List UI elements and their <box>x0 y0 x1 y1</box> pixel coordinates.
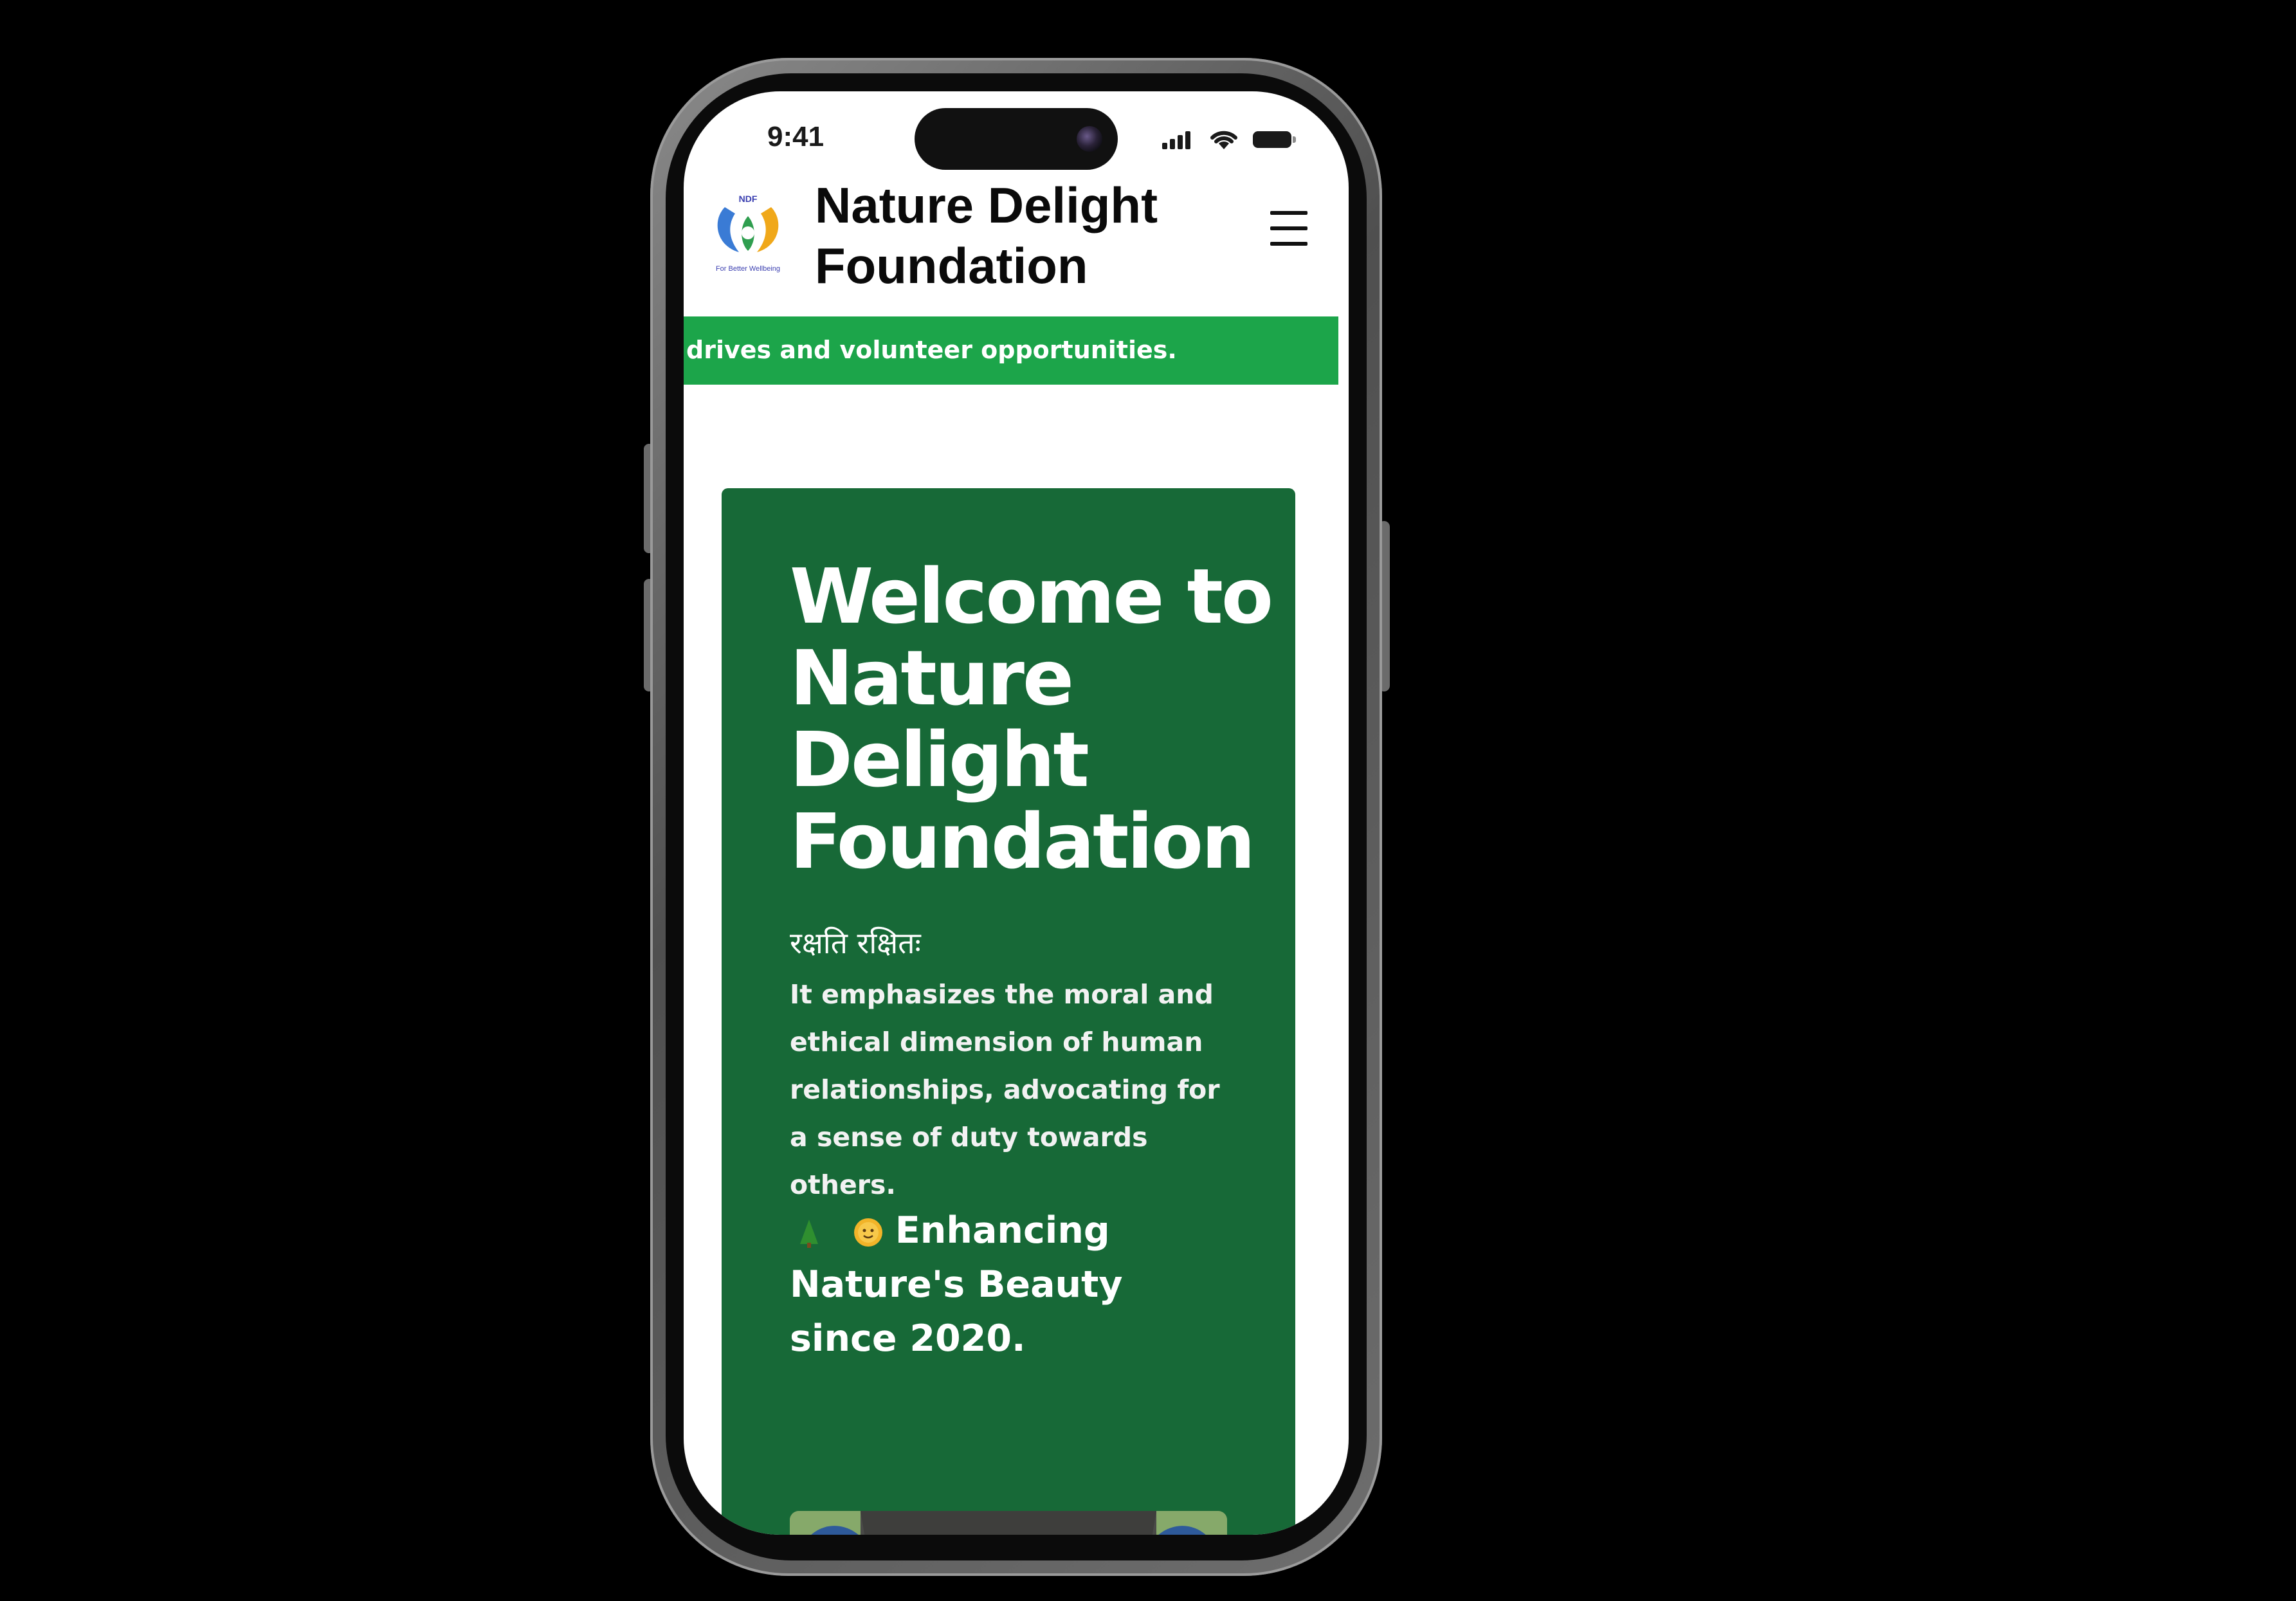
hamburger-menu-icon[interactable] <box>1268 207 1310 250</box>
svg-text:NDF: NDF <box>739 194 758 204</box>
tree-emoji-icon <box>800 1220 818 1249</box>
status-bar: 9:41 <box>684 91 1349 175</box>
wifi-icon <box>1210 131 1237 149</box>
battery-tip <box>1293 136 1296 143</box>
mockup-stage: 9:41 NDF For Better Wellbeing Nature Del… <box>0 0 2296 1601</box>
status-icons <box>1162 129 1304 149</box>
announcement-ticker: drives and volunteer opportunities. <box>684 316 1338 385</box>
site-header: NDF For Better Wellbeing Nature Delight … <box>684 175 1349 316</box>
hero-card: Welcome to Nature Delight Foundation रक्… <box>722 488 1295 1535</box>
hero-volunteer-image <box>790 1511 1227 1535</box>
hero-since-label: Enhancing Nature's Beauty since 2020. <box>790 1209 1123 1360</box>
volunteer-photo <box>790 1511 1227 1535</box>
ndf-hands-logo-icon[interactable]: NDF For Better Wellbeing <box>703 188 793 284</box>
hero-since-text: Enhancing Nature's Beauty since 2020. <box>790 1203 1240 1366</box>
hero-description: It emphasizes the moral and ethical dime… <box>790 979 1220 1200</box>
logo-caption: For Better Wellbeing <box>715 265 781 273</box>
front-camera-icon <box>1077 126 1102 152</box>
logo-graphic: NDF <box>717 194 779 252</box>
site-title[interactable]: Nature Delight Foundation <box>815 175 1226 296</box>
ticker-text: drives and volunteer opportunities. <box>686 336 1177 364</box>
phone-screen: 9:41 NDF For Better Wellbeing Nature Del… <box>684 91 1349 1535</box>
sun-emoji-icon <box>853 1218 882 1247</box>
hero-title: Welcome to Nature Delight Foundation <box>790 552 1273 886</box>
battery-icon <box>1253 131 1291 148</box>
status-time: 9:41 <box>767 121 825 152</box>
hero-motto: रक्षति रक्षितः <box>790 926 921 960</box>
dynamic-island <box>915 108 1118 170</box>
